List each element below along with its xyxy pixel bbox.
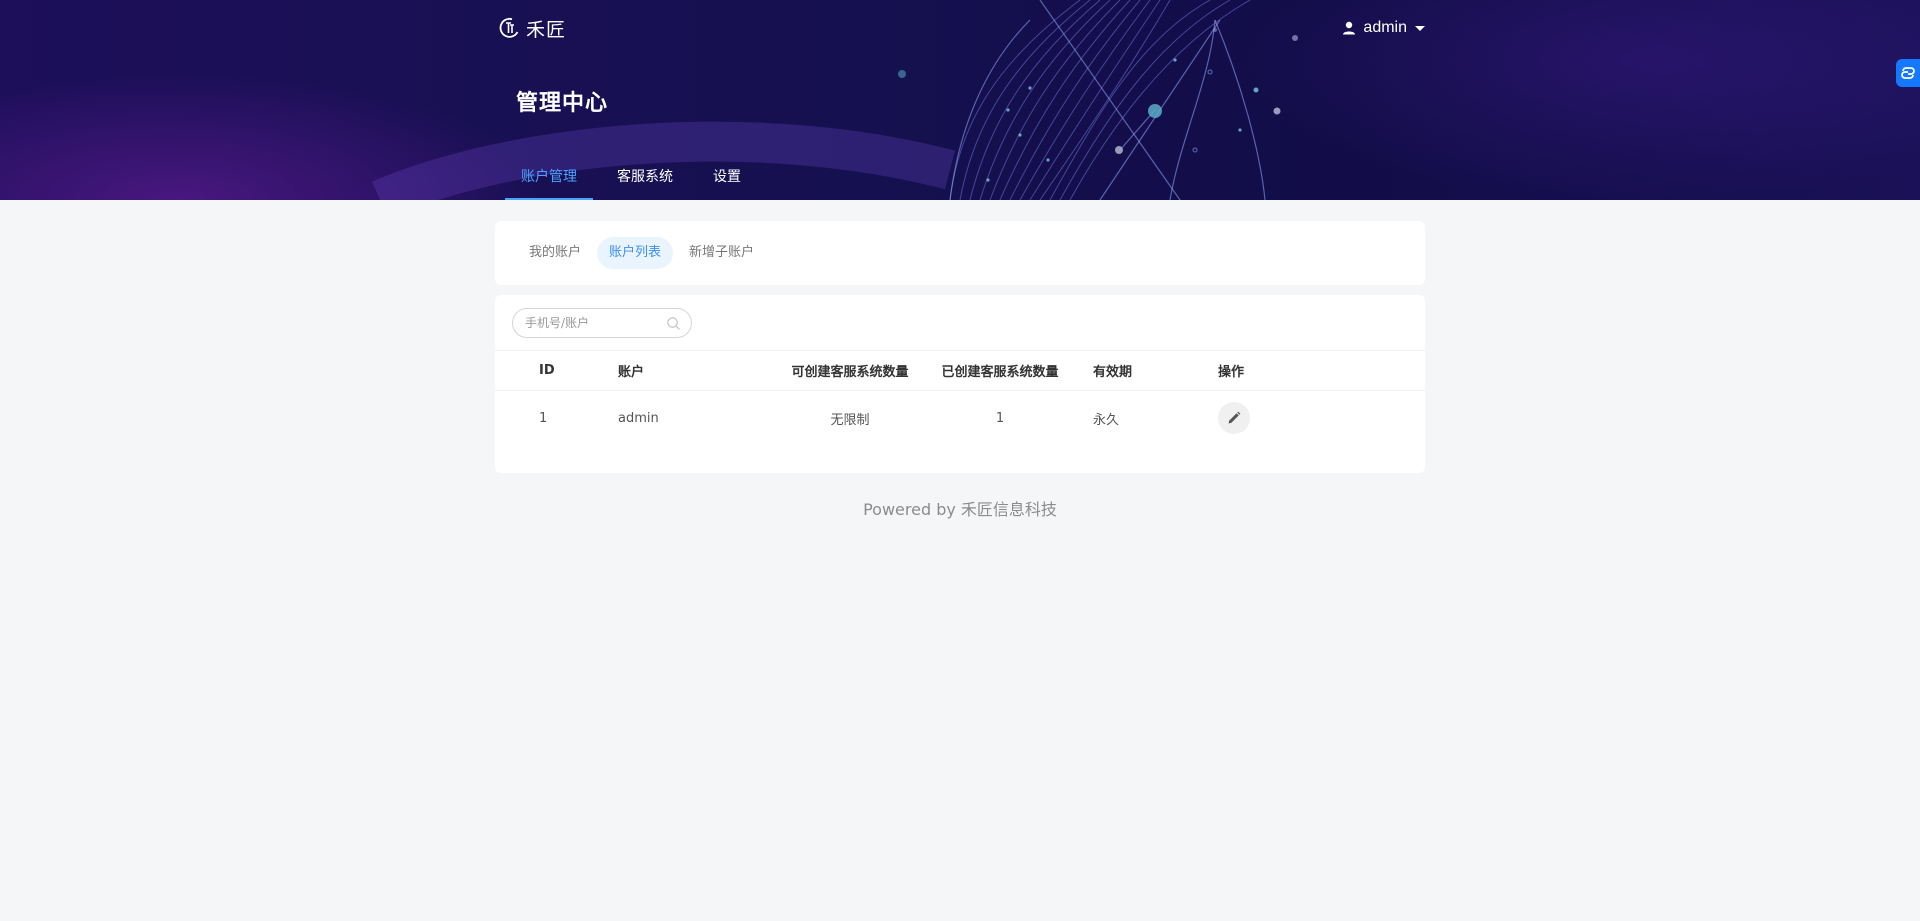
cell-created-count[interactable]: 1 xyxy=(931,391,1069,445)
subtab-add-sub-account[interactable]: 新增子账户 xyxy=(677,237,766,269)
column-header-quota: 可创建客服系统数量 xyxy=(791,365,909,380)
footer-powered-by: Powered by 禾匠信息科技 xyxy=(863,500,1057,519)
table-row: 1 admin 无限制 1 永久 xyxy=(495,391,1425,445)
cell-quota: 无限制 xyxy=(830,412,870,428)
floating-link-button[interactable] xyxy=(1896,59,1920,87)
search-input[interactable] xyxy=(525,316,665,330)
link-icon xyxy=(1901,67,1915,79)
column-header-account: 账户 xyxy=(618,365,645,380)
brand-logo[interactable]: 禾匠 xyxy=(497,14,566,42)
pencil-icon xyxy=(1228,411,1241,424)
user-menu[interactable]: admin xyxy=(1341,16,1425,40)
cell-expiry: 永久 xyxy=(1093,412,1120,428)
user-icon xyxy=(1343,21,1356,35)
search-icon[interactable] xyxy=(666,316,681,331)
subtab-account-list[interactable]: 账户列表 xyxy=(597,237,674,269)
subnav-card: 我的账户 账户列表 新增子账户 xyxy=(495,221,1425,285)
table-header: ID 账户 可创建客服系统数量 已创建客服系统数量 有效期 操作 xyxy=(495,350,1425,391)
cell-id: 1 xyxy=(539,410,548,426)
cell-actions xyxy=(1218,391,1250,445)
header-banner: 禾匠 admin 管理中心 账户管理 客服系统 设置 xyxy=(0,0,1920,200)
subnav-tabs: 我的账户 账户列表 新增子账户 xyxy=(517,237,770,269)
tab-settings[interactable]: 设置 xyxy=(697,150,757,200)
main-nav: 账户管理 客服系统 设置 xyxy=(505,150,765,200)
logo-mark-icon xyxy=(499,17,519,38)
page-title: 管理中心 xyxy=(516,91,609,116)
caret-down-icon xyxy=(1415,25,1425,31)
brand-name: 禾匠 xyxy=(526,18,567,41)
column-header-created: 已创建客服系统数量 xyxy=(941,365,1059,380)
search-box xyxy=(512,308,692,338)
subtab-my-account[interactable]: 我的账户 xyxy=(517,237,593,269)
cell-account: admin xyxy=(618,410,659,426)
account-list-card: ID 账户 可创建客服系统数量 已创建客服系统数量 有效期 操作 1 admin… xyxy=(495,295,1425,473)
column-header-expiry: 有效期 xyxy=(1093,365,1133,380)
column-header-actions: 操作 xyxy=(1218,365,1245,380)
user-name: admin xyxy=(1363,19,1407,36)
tab-customer-service[interactable]: 客服系统 xyxy=(601,150,689,200)
column-header-id: ID xyxy=(539,363,555,378)
edit-button[interactable] xyxy=(1218,402,1250,434)
tab-account-management[interactable]: 账户管理 xyxy=(505,150,593,200)
header-content: 禾匠 admin 管理中心 账户管理 客服系统 设置 xyxy=(495,0,1425,200)
